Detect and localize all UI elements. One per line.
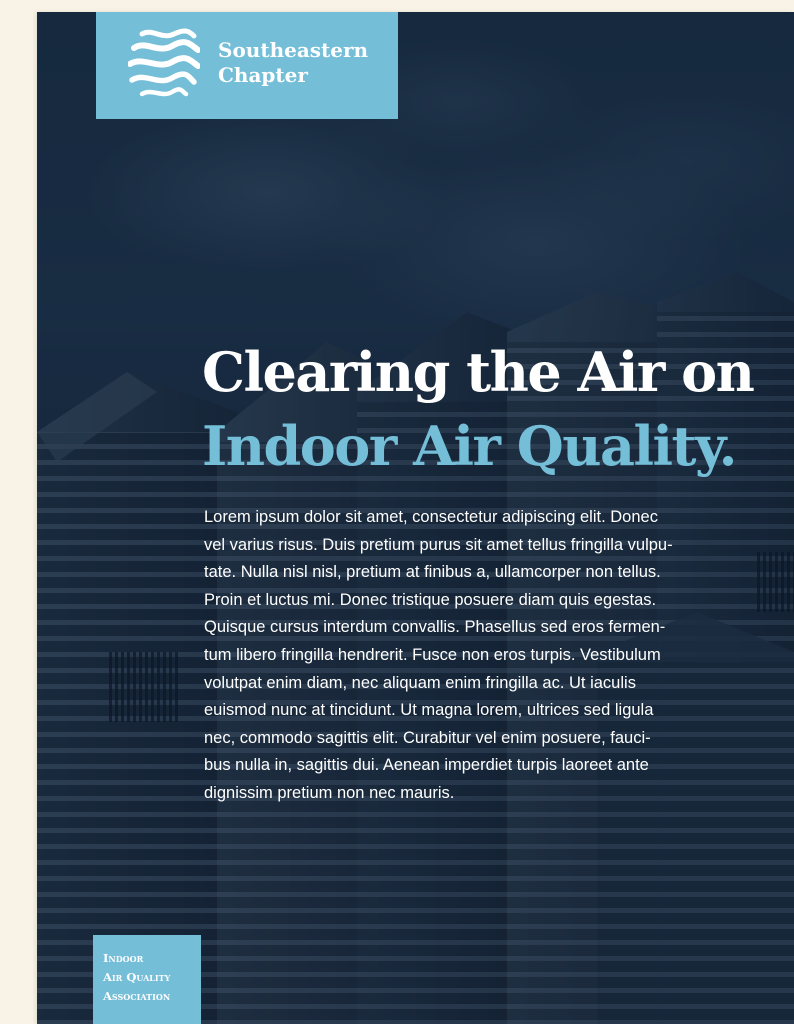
page-title: Clearing the Air on Indoor Air Quality. [202,335,755,483]
body-line: tate. Nulla nisl nisl, pretium at finibu… [204,563,661,582]
body-line: bus nulla in, sagittis dui. Aenean imper… [204,756,649,775]
association-name: Indoor Air Quality Association [103,949,170,1006]
body-line: nec, commodo sagittis elit. Curabitur ve… [204,728,651,747]
title-line-1: Clearing the Air on [202,340,755,404]
title-line-2: Indoor Air Quality. [202,414,737,478]
body-paragraph: Lorem ipsum dolor sit amet, consectetur … [204,504,752,808]
chapter-name: Southeastern Chapter [218,38,368,88]
association-line2: Air Quality [103,970,171,984]
body-line: euismod nunc at tincidunt. Ut magna lore… [204,701,654,720]
association-line3: Association [103,989,171,1003]
association-line1: Indoor [103,951,144,965]
body-line: tum libero fringilla hendrerit. Fusce no… [204,645,661,664]
association-badge[interactable]: Indoor Air Quality Association [93,935,201,1024]
chapter-logo[interactable]: Southeastern Chapter [96,12,398,119]
body-line: volutpat enim diam, nec aliquam enim fri… [204,673,636,692]
body-line: Proin et luctus mi. Donec tristique posu… [204,590,657,609]
body-line: dignissim pretium non nec mauris. [204,783,455,802]
chapter-name-line1: Southeastern [218,38,369,62]
body-line: Lorem ipsum dolor sit amet, consectetur … [204,508,658,526]
cover-page: Southeastern Chapter Clearing the Air on… [37,12,794,1024]
air-waves-icon [128,28,200,97]
body-line: vel varius risus. Duis pretium purus sit… [204,535,673,554]
chapter-name-line2: Chapter [218,63,308,87]
body-line: Quisque cursus interdum convallis. Phase… [204,618,666,637]
